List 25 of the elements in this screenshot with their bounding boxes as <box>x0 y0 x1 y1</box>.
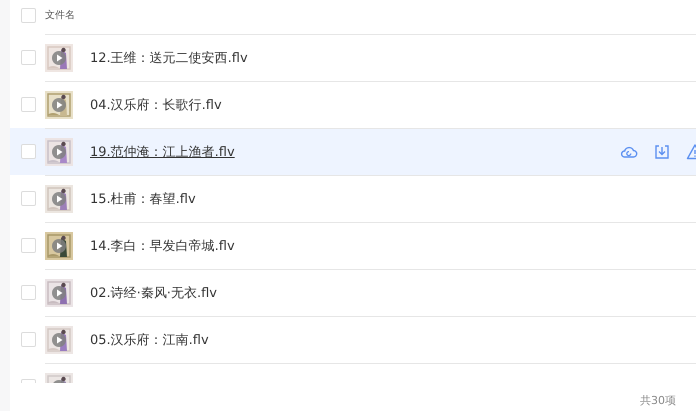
file-row[interactable]: 14.李白：早发白帝城.flv <box>10 222 696 269</box>
row-checkbox[interactable] <box>21 144 36 159</box>
file-row[interactable]: 15.杜甫：春望.flv <box>10 175 696 222</box>
row-checkbox[interactable] <box>21 285 36 300</box>
file-row[interactable]: 19.范仲淹：江上渔者.flv <box>10 128 696 175</box>
item-count: 共30项 <box>640 392 676 408</box>
file-name[interactable]: 14.李白：早发白帝城.flv <box>90 237 235 255</box>
column-header: 文件名 <box>45 8 75 22</box>
file-name[interactable]: 19.范仲淹：江上渔者.flv <box>90 143 235 161</box>
file-row[interactable]: 12.王维：送元二使安西.flv <box>10 34 696 81</box>
download-icon[interactable] <box>653 143 671 161</box>
file-row[interactable]: 02.诗经·秦风·无衣.flv <box>10 269 696 316</box>
row-checkbox[interactable] <box>21 238 36 253</box>
row-checkbox[interactable] <box>21 191 36 206</box>
row-checkbox[interactable] <box>21 97 36 112</box>
row-checkbox[interactable] <box>21 50 36 65</box>
file-name[interactable]: 04.汉乐府：长歌行.flv <box>90 96 222 114</box>
file-name[interactable]: 12.王维：送元二使安西.flv <box>90 49 248 67</box>
file-row[interactable]: 04.汉乐府：长歌行.flv <box>10 81 696 128</box>
select-all-checkbox[interactable] <box>21 8 36 22</box>
file-name[interactable]: 02.诗经·秦风·无衣.flv <box>90 284 217 302</box>
row-checkbox[interactable] <box>21 332 36 347</box>
file-row[interactable]: 05.汉乐府：江南.flv <box>10 316 696 363</box>
file-name[interactable]: 15.杜甫：春望.flv <box>90 190 196 208</box>
file-name[interactable]: 05.汉乐府：江南.flv <box>90 331 209 349</box>
